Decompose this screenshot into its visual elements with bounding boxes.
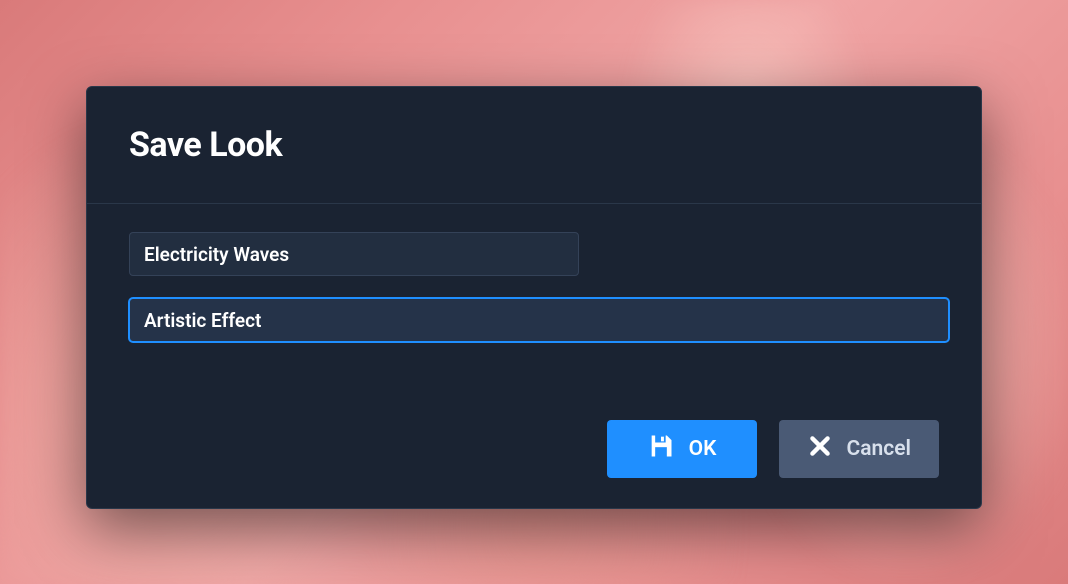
save-look-dialog: Save Look OK Cancel [86, 86, 982, 509]
dialog-header: Save Look [87, 87, 981, 204]
dialog-footer: OK Cancel [87, 364, 981, 508]
look-category-input[interactable] [129, 298, 949, 342]
cancel-button[interactable]: Cancel [779, 420, 939, 478]
cancel-button-label: Cancel [847, 437, 911, 461]
look-name-input[interactable] [129, 232, 579, 276]
dialog-title: Save Look [129, 125, 939, 165]
dialog-body [87, 204, 981, 364]
ok-button[interactable]: OK [607, 420, 757, 478]
close-icon [807, 433, 833, 465]
ok-button-label: OK [689, 437, 717, 461]
save-icon [647, 432, 675, 466]
